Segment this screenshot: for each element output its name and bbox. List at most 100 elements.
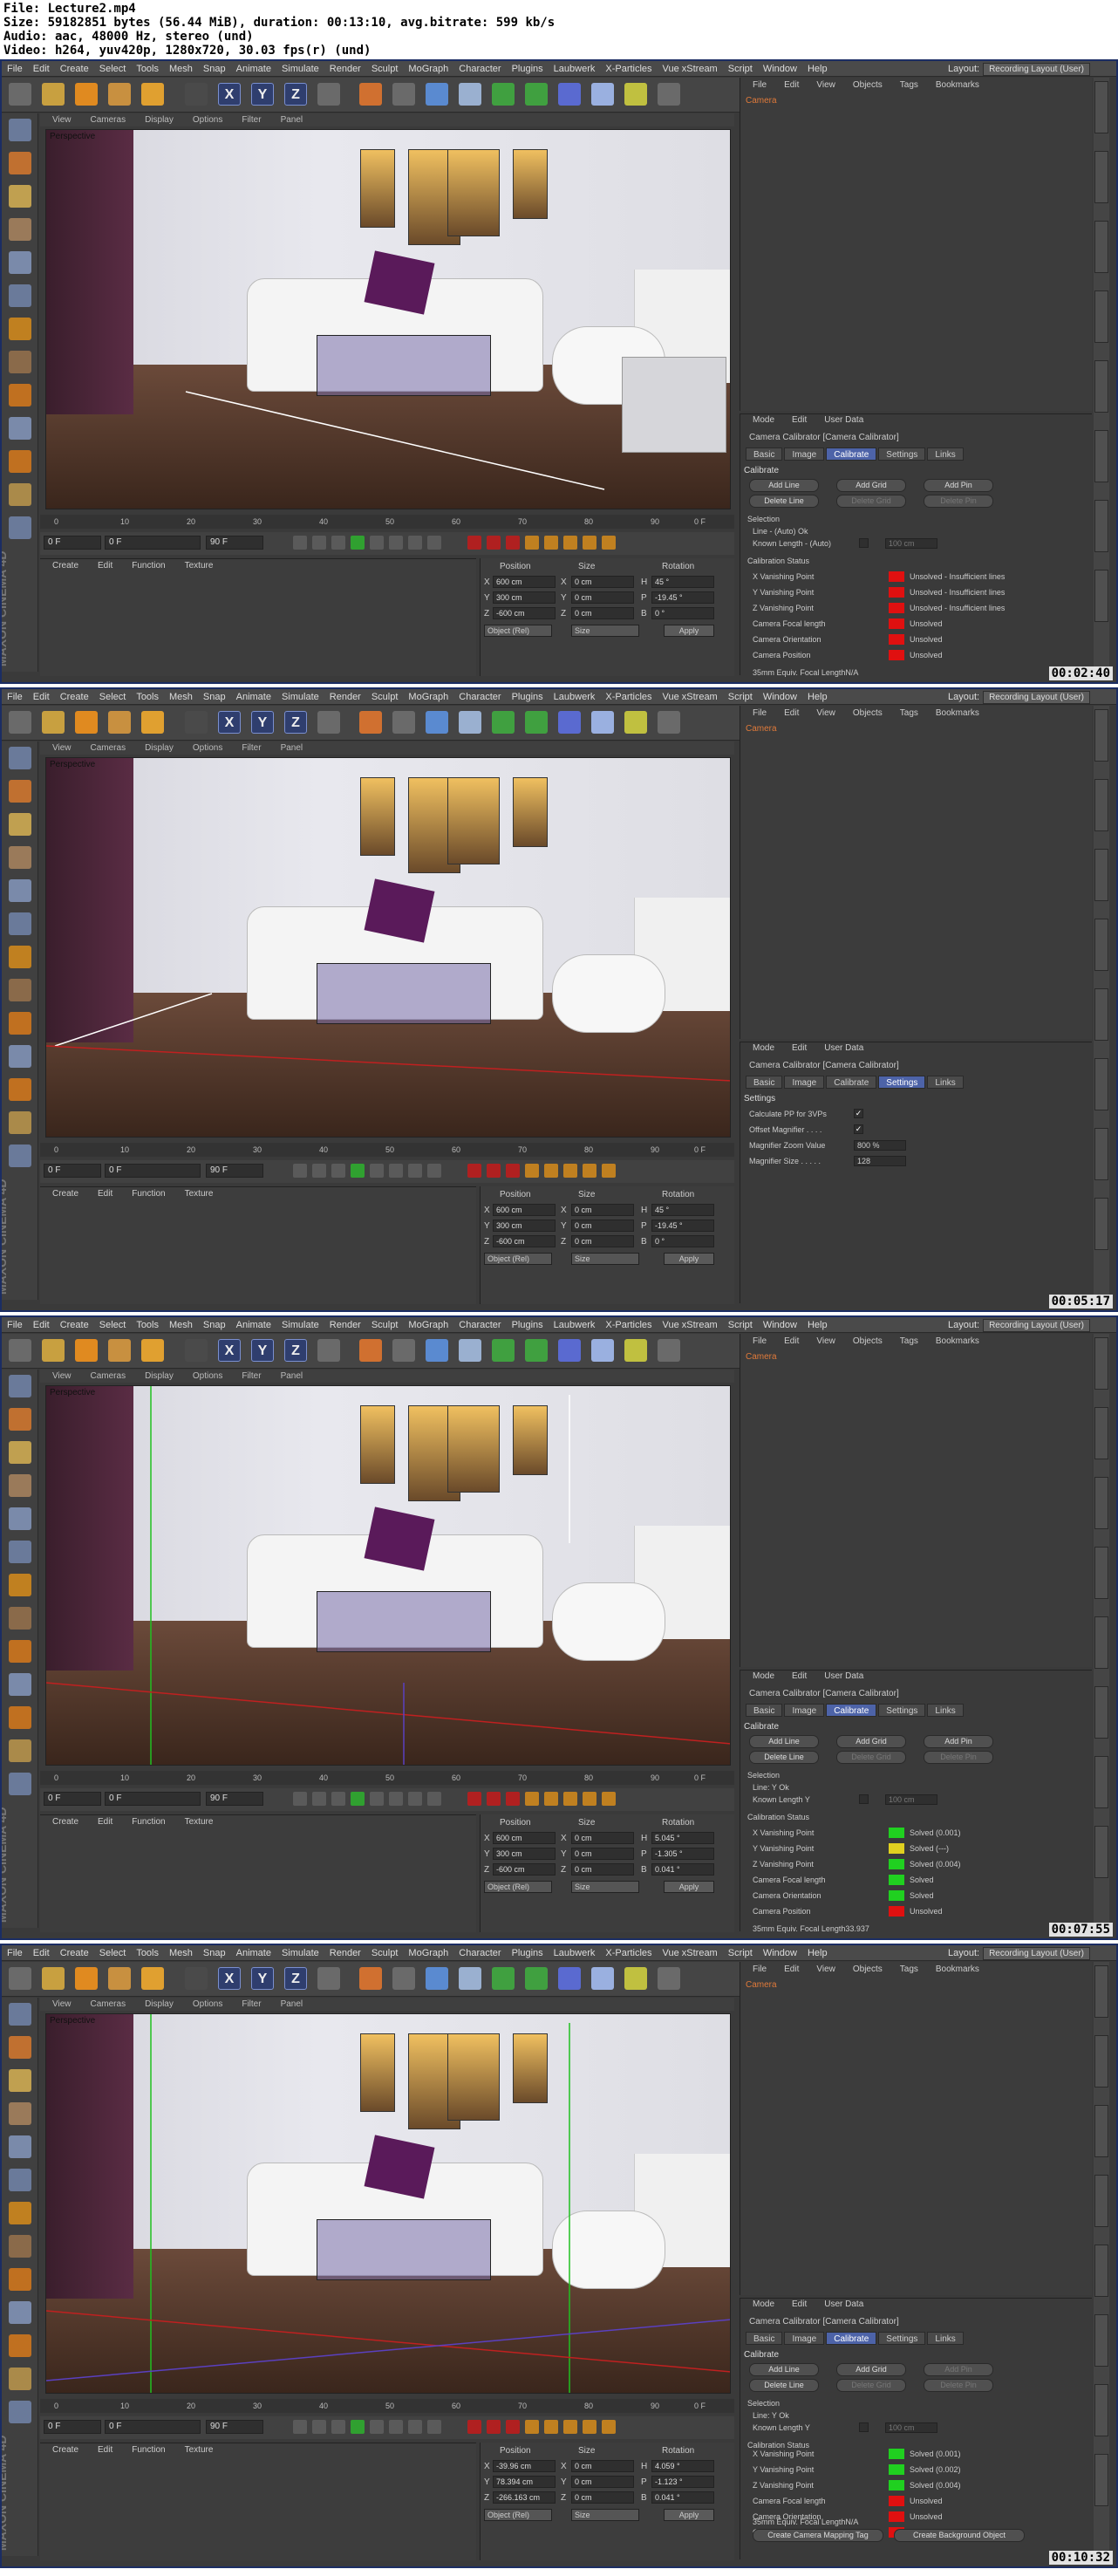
dock-tab[interactable] — [1094, 1547, 1108, 1599]
coords-size-dropdown[interactable]: Size — [571, 1253, 639, 1265]
playback-button-icon[interactable] — [312, 1792, 326, 1806]
tab-image[interactable]: Image — [784, 448, 825, 461]
playback-button-icon[interactable] — [293, 1792, 307, 1806]
material-menu-function[interactable]: Function — [119, 1815, 172, 1829]
calibration-lines[interactable] — [46, 1386, 731, 1766]
delete-pin-button[interactable]: Delete Pin — [924, 2379, 993, 2392]
z-axis-icon[interactable]: Z — [284, 1339, 307, 1362]
tab-calibrate[interactable]: Calibrate — [826, 1076, 877, 1089]
material-menu-function[interactable]: Function — [119, 2443, 172, 2457]
key-button-icon[interactable] — [563, 1164, 577, 1178]
menu-item-window[interactable]: Window — [758, 689, 802, 705]
object-menu-file[interactable]: File — [740, 1962, 772, 1978]
world-coords-icon[interactable] — [317, 1339, 340, 1362]
key-button-icon[interactable] — [506, 2420, 520, 2434]
menu-item-select[interactable]: Select — [94, 61, 132, 77]
key-button-icon[interactable] — [563, 536, 577, 550]
menu-item-animate[interactable]: Animate — [231, 689, 276, 705]
tab-basic[interactable]: Basic — [746, 2332, 783, 2345]
last-tool-icon[interactable] — [185, 83, 208, 106]
object-menu-objects[interactable]: Objects — [841, 78, 888, 93]
menu-item-vue-xstream[interactable]: Vue xStream — [658, 689, 723, 705]
undo-icon[interactable] — [9, 1967, 31, 1990]
light-icon[interactable] — [658, 711, 680, 734]
rotate-icon[interactable] — [141, 83, 164, 106]
rotation-b-field[interactable]: 0.041 ° — [651, 1863, 714, 1876]
playback-button-icon[interactable] — [331, 1792, 345, 1806]
delete-grid-button[interactable]: Delete Grid — [836, 495, 906, 508]
cube-icon[interactable] — [459, 1967, 481, 1990]
menu-item-simulate[interactable]: Simulate — [276, 689, 324, 705]
menu-item-simulate[interactable]: Simulate — [276, 1317, 324, 1333]
dock-tab[interactable] — [1094, 919, 1108, 971]
menu-item-edit[interactable]: Edit — [28, 1317, 55, 1333]
menu-item-mesh[interactable]: Mesh — [164, 689, 198, 705]
menu-item-mesh[interactable]: Mesh — [164, 1317, 198, 1333]
menu-item-help[interactable]: Help — [802, 689, 833, 705]
key-button-icon[interactable] — [487, 1164, 501, 1178]
material-menu-texture[interactable]: Texture — [173, 559, 221, 573]
viewport-menu-panel[interactable]: Panel — [269, 1998, 310, 2011]
key-button-icon[interactable] — [583, 1792, 596, 1806]
menu-item-sculpt[interactable]: Sculpt — [366, 689, 404, 705]
x-axis-icon[interactable]: X — [218, 711, 241, 734]
z-axis-icon[interactable]: Z — [284, 1967, 307, 1990]
size-y-field[interactable]: 0 cm — [571, 2476, 634, 2488]
mode-tool-icon[interactable] — [9, 1111, 31, 1134]
move-icon[interactable] — [75, 1967, 98, 1990]
viewport-menu-cameras[interactable]: Cameras — [78, 741, 133, 755]
world-coords-icon[interactable] — [317, 711, 340, 734]
dock-tab[interactable] — [1094, 2105, 1108, 2157]
dock-tab[interactable] — [1094, 2454, 1108, 2506]
mode-tool-icon[interactable] — [9, 384, 31, 407]
dock-tab[interactable] — [1094, 290, 1108, 343]
playback-button-icon[interactable] — [351, 2420, 365, 2434]
scale-icon[interactable] — [108, 1967, 131, 1990]
mode-tool-icon[interactable] — [9, 2268, 31, 2291]
object-menu-view[interactable]: View — [804, 78, 841, 93]
x-axis-icon[interactable]: X — [218, 1967, 241, 1990]
attribute-menu-user-data[interactable]: User Data — [812, 2299, 869, 2311]
viewport-menu-display[interactable]: Display — [133, 1998, 181, 2011]
menu-item-x-particles[interactable]: X-Particles — [600, 689, 657, 705]
object-row-camera[interactable]: Camera — [746, 1979, 777, 1992]
mode-tool-icon[interactable] — [9, 1145, 31, 1167]
object-menu-view[interactable]: View — [804, 1334, 841, 1349]
mode-tool-icon[interactable] — [9, 251, 31, 274]
dock-tab[interactable] — [1094, 500, 1108, 552]
material-menu-texture[interactable]: Texture — [173, 1187, 221, 1201]
position-x-field[interactable]: -39.96 cm — [493, 2460, 556, 2472]
menu-item-render[interactable]: Render — [324, 689, 366, 705]
mode-tool-icon[interactable] — [9, 2301, 31, 2324]
dock-tab[interactable] — [1094, 221, 1108, 273]
position-y-field[interactable]: 300 cm — [493, 1220, 556, 1232]
menu-item-render[interactable]: Render — [324, 1945, 366, 1961]
playback-button-icon[interactable] — [427, 1792, 441, 1806]
nurbs-icon[interactable] — [525, 83, 548, 106]
layout-dropdown[interactable]: Recording Layout (User) — [983, 1319, 1090, 1332]
mode-tool-icon[interactable] — [9, 2368, 31, 2390]
tab-calibrate[interactable]: Calibrate — [826, 1704, 877, 1717]
menu-item-create[interactable]: Create — [55, 61, 94, 77]
tab-basic[interactable]: Basic — [746, 1076, 783, 1089]
position-x-field[interactable]: 600 cm — [493, 576, 556, 588]
object-row-camera[interactable]: Camera — [746, 1351, 777, 1363]
tab-calibrate[interactable]: Calibrate — [826, 2332, 877, 2345]
y-axis-icon[interactable]: Y — [251, 1967, 274, 1990]
object-menu-edit[interactable]: Edit — [772, 1334, 804, 1349]
mode-tool-icon[interactable] — [9, 2069, 31, 2092]
rotation-p-field[interactable]: -1.123 ° — [651, 2476, 714, 2488]
x-axis-icon[interactable]: X — [218, 1339, 241, 1362]
dock-tab[interactable] — [1094, 988, 1108, 1041]
key-button-icon[interactable] — [563, 1792, 577, 1806]
menu-item-select[interactable]: Select — [94, 1317, 132, 1333]
mode-tool-icon[interactable] — [9, 351, 31, 373]
size-z-field[interactable]: 0 cm — [571, 1235, 634, 1247]
object-menu-edit[interactable]: Edit — [772, 1962, 804, 1978]
known-length-checkbox[interactable] — [859, 1794, 869, 1804]
mode-tool-icon[interactable] — [9, 1574, 31, 1596]
size-x-field[interactable]: 0 cm — [571, 2460, 634, 2472]
render-icon[interactable] — [392, 1967, 415, 1990]
dock-tab[interactable] — [1094, 1756, 1108, 1808]
mode-tool-icon[interactable] — [9, 1441, 31, 1464]
